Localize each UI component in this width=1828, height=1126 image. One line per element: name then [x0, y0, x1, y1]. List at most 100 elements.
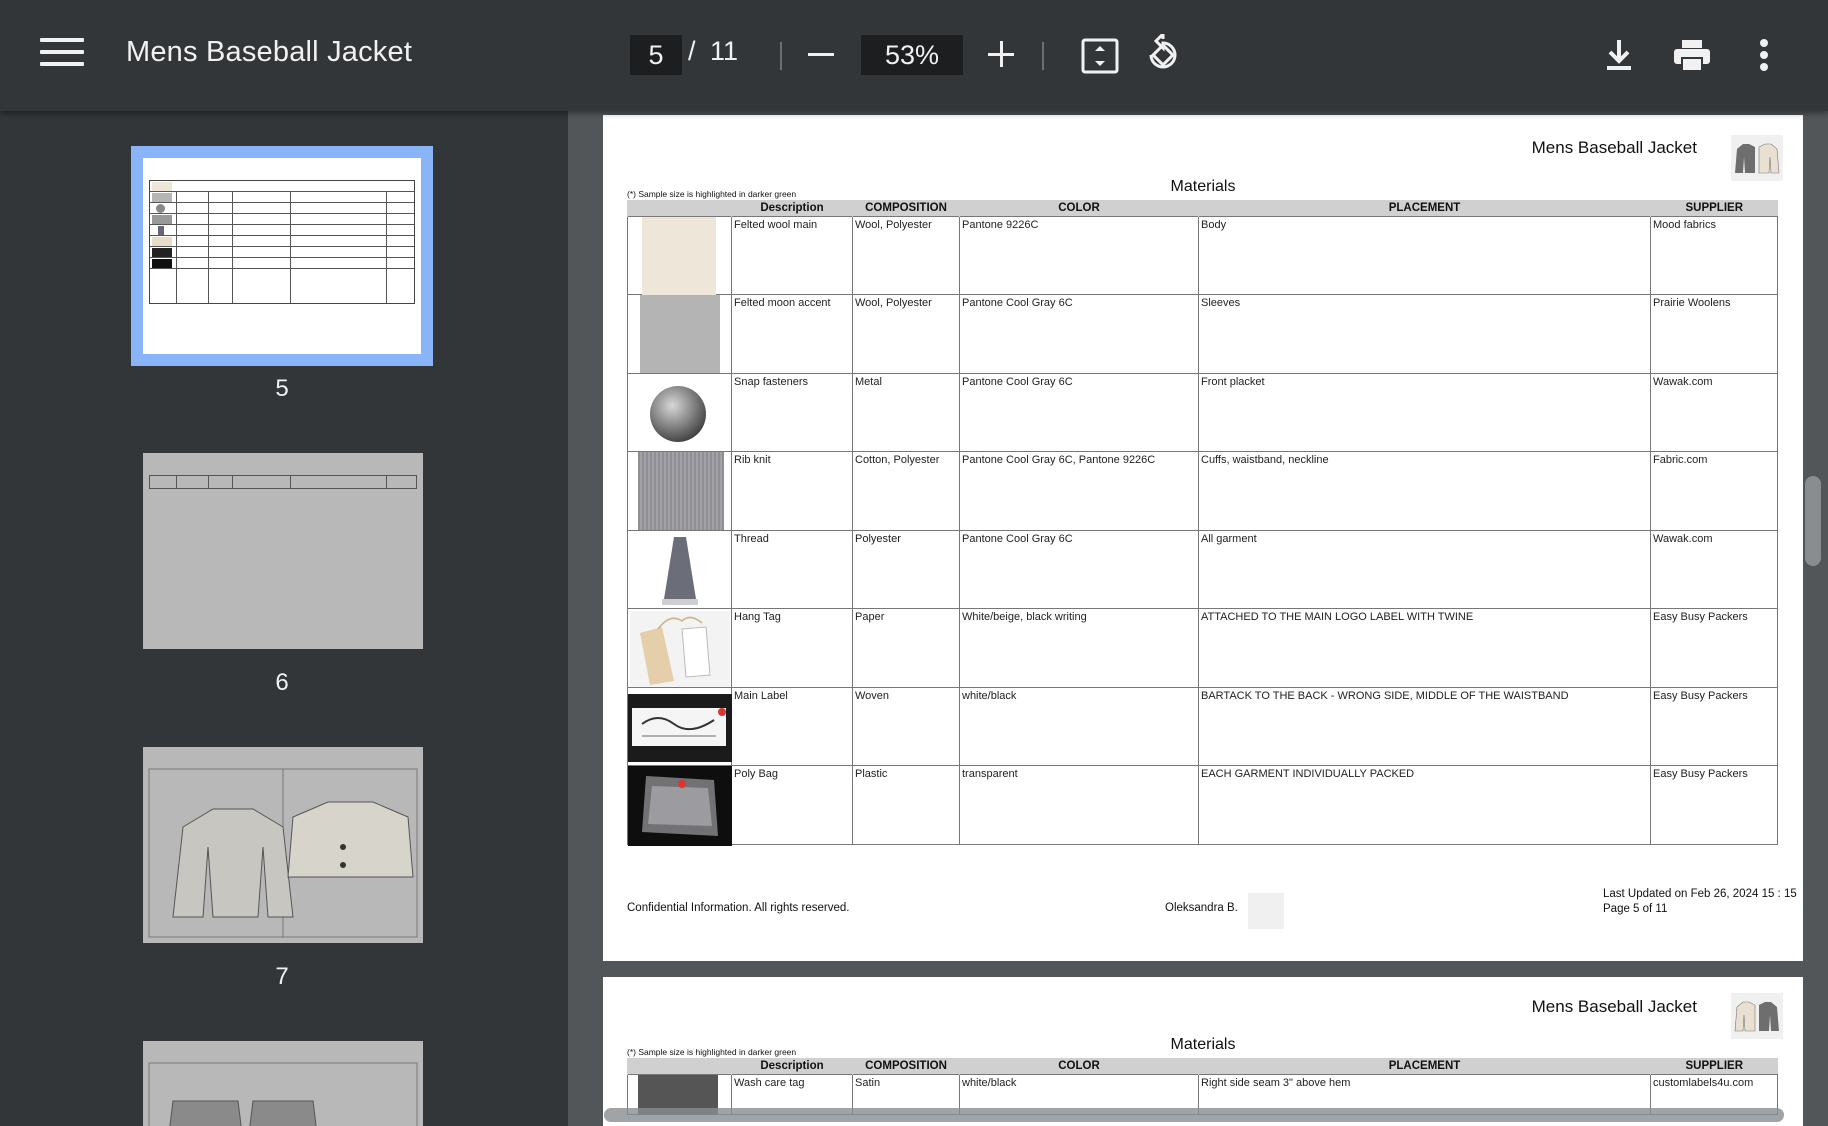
footer-page-number: Page 5 of 11: [1603, 903, 1668, 915]
materials-table: Description COMPOSITION COLOR PLACEMENT …: [627, 1058, 1778, 1115]
swatch-cell: [627, 215, 732, 295]
table-row: Snap fasteners Metal Pantone Cool Gray 6…: [627, 372, 1778, 452]
cell-color: White/beige, black writing: [959, 608, 1199, 688]
cell-placement: ATTACHED TO THE MAIN LOGO LABEL WITH TWI…: [1198, 608, 1651, 688]
toolbar-divider: [780, 42, 782, 70]
column-header: COLOR: [959, 1058, 1199, 1074]
swatch-cell: [627, 451, 732, 531]
cell-supplier: Easy Busy Packers: [1650, 608, 1778, 688]
cell-composition: Wool, Polyester: [852, 215, 960, 295]
table-header-row: Description COMPOSITION COLOR PLACEMENT …: [627, 200, 1778, 216]
thread-spool-image: [662, 536, 698, 605]
page-header-title: Mens Baseball Jacket: [1531, 138, 1697, 157]
jacket-thumbnail-image: [1731, 135, 1783, 181]
cell-placement: EACH GARMENT INDIVIDUALLY PACKED: [1198, 765, 1651, 845]
thumb-table: [149, 475, 417, 489]
page-separator: /: [688, 36, 696, 66]
menu-icon[interactable]: [40, 38, 84, 72]
more-vert-icon[interactable]: [1752, 38, 1776, 72]
rib-knit-swatch: [638, 452, 724, 530]
cell-supplier: Wawak.com: [1650, 372, 1778, 452]
document-viewer: Mens Baseball Jacket (*) Sample size is …: [568, 111, 1828, 1126]
cell-supplier: Wawak.com: [1650, 529, 1778, 609]
cell-supplier: Mood fabrics: [1650, 215, 1778, 295]
table-header-row: Description COMPOSITION COLOR PLACEMENT …: [627, 1058, 1778, 1074]
viewer-vertical-scrollbar[interactable]: [1805, 476, 1821, 566]
cell-color: Pantone Cool Gray 6C, Pantone 9226C: [959, 451, 1199, 531]
footer-updated-text: Last Updated on Feb 26, 2024 15 : 15: [1603, 888, 1797, 900]
table-row: Felted wool main Wool, Polyester Pantone…: [627, 215, 1778, 295]
thumbnail-label: 5: [275, 375, 289, 402]
cell-supplier: Prairie Woolens: [1650, 294, 1778, 374]
swatch-cell: [627, 765, 732, 846]
poly-bag-image: [628, 766, 732, 846]
footer-updated: Last Updated on Feb 26, 2024 15 : 15 Pag…: [1603, 887, 1797, 917]
column-header: Description: [731, 1058, 853, 1074]
pdf-page: Mens Baseball Jacket (*) Sample size is …: [603, 115, 1803, 961]
fit-page-icon[interactable]: [1080, 36, 1120, 76]
cell-color: Pantone Cool Gray 6C: [959, 294, 1199, 374]
page-total: 11: [710, 36, 739, 66]
pdf-page: Mens Baseball Jacket (*) Sample size is …: [603, 977, 1803, 1126]
cell-supplier: Easy Busy Packers: [1650, 765, 1778, 845]
section-title: Materials: [1170, 1036, 1236, 1053]
cell-placement: Front placket: [1198, 372, 1651, 452]
footer-author: Oleksandra B.: [1165, 902, 1238, 914]
cell-composition: Woven: [852, 686, 960, 766]
footer-confidential: Confidential Information. All rights res…: [627, 902, 850, 914]
cell-description: Snap fasteners: [731, 372, 853, 452]
thumbnail-page-5[interactable]: [131, 146, 433, 366]
column-header-image: [627, 1058, 732, 1074]
jacket-thumbnail-image: [1731, 993, 1783, 1039]
cell-description: Felted wool main: [731, 215, 853, 295]
print-icon[interactable]: [1672, 38, 1712, 72]
swatch-cell: [627, 372, 732, 452]
cell-composition: Plastic: [852, 765, 960, 845]
column-header: COLOR: [959, 200, 1199, 216]
cell-description: Hang Tag: [731, 608, 853, 688]
thumbnail-page-6[interactable]: [143, 453, 423, 649]
felted-wool-swatch: [642, 216, 716, 295]
column-header-image: [627, 200, 732, 216]
document-title: Mens Baseball Jacket: [126, 36, 413, 68]
cell-composition: Metal: [852, 372, 960, 452]
materials-table: Description COMPOSITION COLOR PLACEMENT …: [627, 200, 1778, 846]
signature-box: [1248, 893, 1284, 929]
cell-description: Main Label: [731, 686, 853, 766]
table-row: Rib knit Cotton, Polyester Pantone Cool …: [627, 451, 1778, 531]
cell-composition: Wool, Polyester: [852, 294, 960, 374]
zoom-in-button[interactable]: [988, 41, 1014, 67]
cell-description: Rib knit: [731, 451, 853, 531]
zoom-level-input[interactable]: 53%: [861, 35, 963, 75]
jacket-sketch-partial: [148, 1062, 418, 1126]
toolbar-divider: [1042, 42, 1044, 70]
page-number-input[interactable]: 5: [630, 35, 682, 75]
rotate-icon[interactable]: [1142, 34, 1184, 76]
column-header: COMPOSITION: [852, 200, 960, 216]
cell-composition: Polyester: [852, 529, 960, 609]
column-header: COMPOSITION: [852, 1058, 960, 1074]
cell-composition: Cotton, Polyester: [852, 451, 960, 531]
table-row: Poly Bag Plastic transparent EACH GARMEN…: [627, 765, 1778, 846]
section-title: Materials: [1170, 178, 1236, 195]
zoom-out-button[interactable]: [808, 53, 834, 56]
column-header: SUPPLIER: [1650, 200, 1778, 216]
column-header: PLACEMENT: [1198, 1058, 1651, 1074]
thumbnail-label: 7: [275, 963, 289, 990]
table-row: Thread Polyester Pantone Cool Gray 6C Al…: [627, 529, 1778, 609]
cell-color: Pantone Cool Gray 6C: [959, 529, 1199, 609]
cell-placement: All garment: [1198, 529, 1651, 609]
table-row: Felted moon accent Wool, Polyester Panto…: [627, 294, 1778, 374]
page-header-title: Mens Baseball Jacket: [1531, 997, 1697, 1016]
cell-supplier: Fabric.com: [1650, 451, 1778, 531]
thumb-table: [149, 180, 415, 304]
cell-description: Thread: [731, 529, 853, 609]
thumbnail-page-7[interactable]: [143, 747, 423, 943]
thumbnail-page-8[interactable]: [143, 1041, 423, 1126]
cell-placement: Body: [1198, 215, 1651, 295]
main-label-image: [628, 693, 732, 762]
download-icon[interactable]: [1602, 38, 1636, 72]
thumbnail-label: 6: [275, 669, 289, 696]
viewer-horizontal-scrollbar[interactable]: [604, 1108, 1784, 1122]
cell-description: Poly Bag: [731, 765, 853, 845]
